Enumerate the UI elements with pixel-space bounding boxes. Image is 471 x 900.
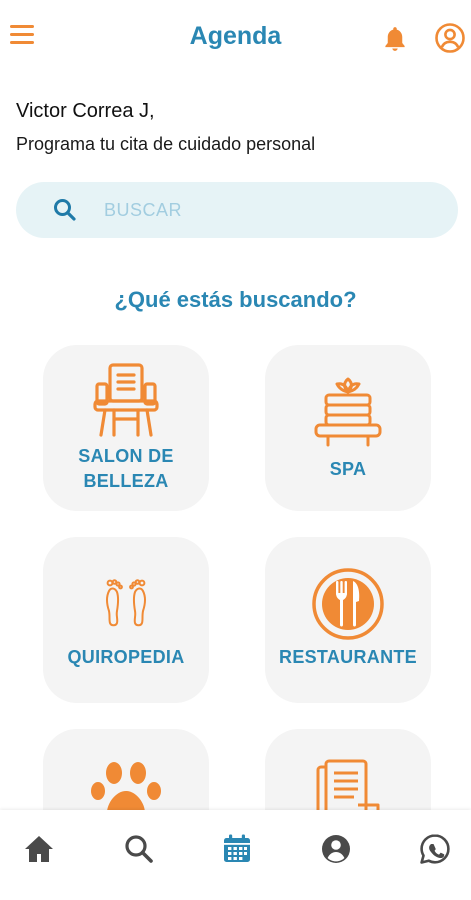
category-quiropedia[interactable]: QUIROPEDIA — [43, 537, 209, 703]
category-restaurante[interactable]: RESTAURANTE — [265, 537, 431, 703]
category-label: SALON DE BELLEZA — [78, 446, 174, 491]
search-icon — [52, 197, 78, 223]
plate-cutlery-icon — [311, 567, 385, 641]
category-label: SPA — [329, 459, 367, 479]
section-title: ¿Qué estás buscando? — [114, 287, 357, 312]
salon-chair-icon — [91, 361, 161, 439]
home-icon[interactable] — [22, 832, 58, 868]
search-icon[interactable] — [122, 832, 158, 868]
app-header: Agenda — [0, 0, 471, 76]
search-input[interactable]: BUSCAR — [16, 182, 458, 238]
spa-towels-icon — [312, 373, 384, 449]
category-label: QUIROPEDIA — [67, 647, 185, 667]
user-icon[interactable] — [319, 832, 355, 868]
user-circle-icon[interactable] — [434, 22, 466, 54]
bottom-navigation — [0, 810, 471, 900]
footprints-icon — [100, 577, 152, 629]
greeting-subtitle: Programa tu cita de cuidado personal — [16, 134, 316, 154]
category-spa[interactable]: SPA — [265, 345, 431, 511]
user-greeting: Victor Correa J, — [16, 100, 155, 122]
category-salon-de-belleza[interactable]: SALON DE BELLEZA — [43, 345, 209, 511]
search-placeholder: BUSCAR — [104, 200, 183, 220]
category-label: RESTAURANTE — [279, 647, 417, 667]
bell-icon[interactable] — [380, 24, 410, 54]
whatsapp-icon[interactable] — [418, 832, 454, 868]
calendar-icon[interactable] — [220, 832, 256, 868]
